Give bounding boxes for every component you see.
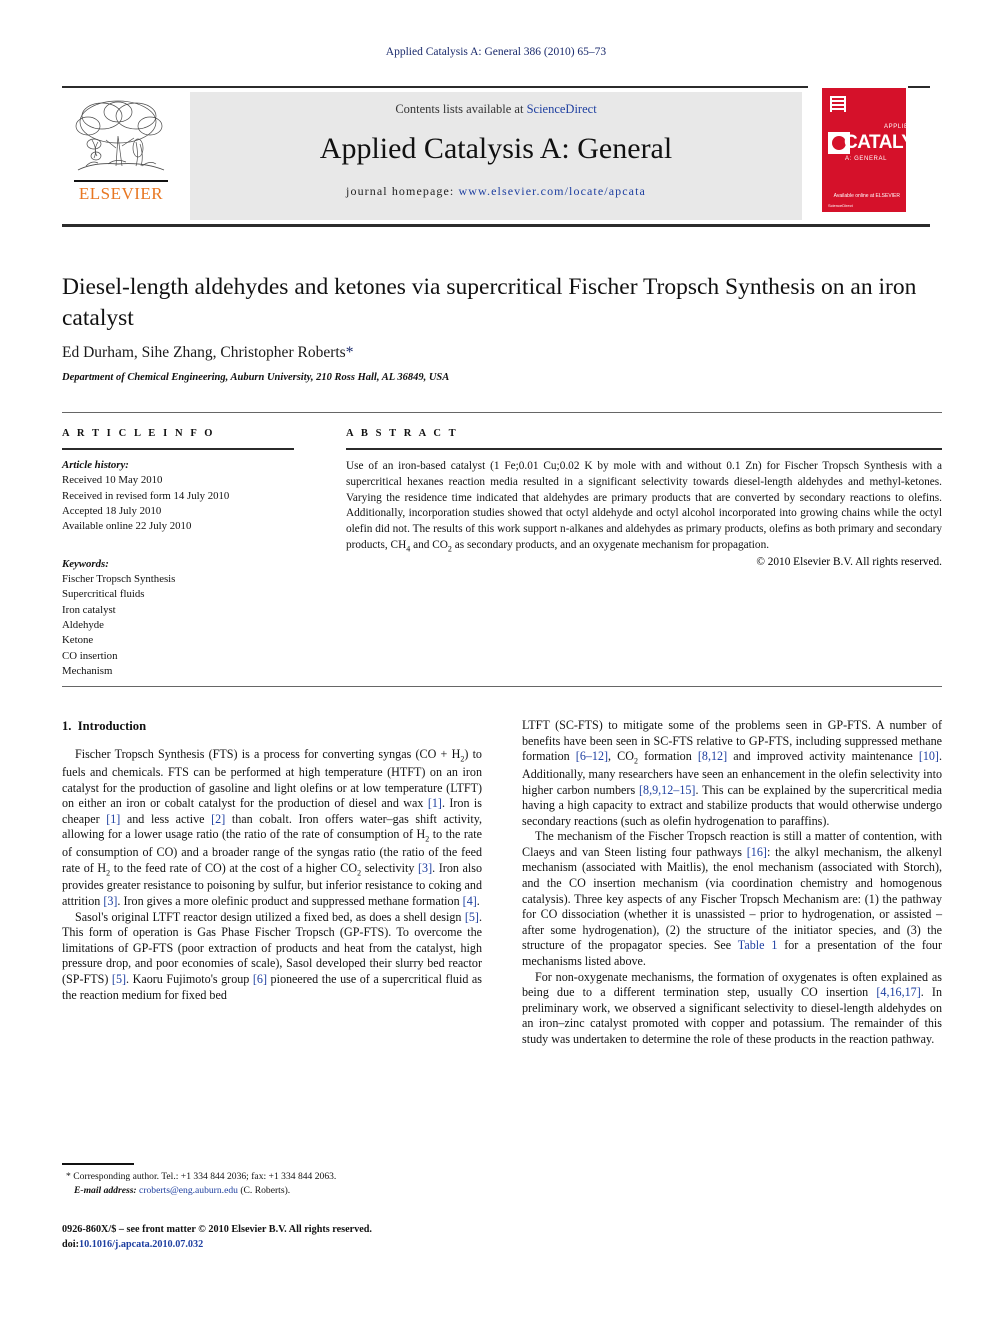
keyword-item: Mechanism bbox=[62, 664, 113, 677]
email-note: E-mail address: croberts@eng.auburn.edu … bbox=[62, 1184, 482, 1198]
journal-cover-art: APPLIED CATALYSIS A: GENERAL Available o… bbox=[822, 88, 906, 212]
info-bottom-rule bbox=[62, 686, 942, 687]
author-names: Ed Durham, Sihe Zhang, Christopher Rober… bbox=[62, 344, 346, 361]
abstract-body: Use of an iron-based catalyst (1 Fe;0.01… bbox=[346, 460, 942, 554]
article-info-rule bbox=[62, 448, 294, 450]
journal-title: Applied Catalysis A: General bbox=[319, 132, 673, 165]
email-label: E-mail address: bbox=[74, 1184, 137, 1196]
keyword-item: Iron catalyst bbox=[62, 603, 116, 616]
info-top-rule bbox=[62, 412, 942, 413]
history-item: Received 10 May 2010 bbox=[62, 474, 163, 487]
history-item: Accepted 18 July 2010 bbox=[62, 504, 162, 517]
journal-homepage-line: journal homepage: www.elsevier.com/locat… bbox=[190, 184, 802, 199]
paragraph: For non-oxygenate mechanisms, the format… bbox=[522, 969, 942, 1046]
abstract-copyright: © 2010 Elsevier B.V. All rights reserved… bbox=[756, 555, 942, 568]
email-link[interactable]: croberts@eng.auburn.edu bbox=[139, 1185, 238, 1196]
doi-link[interactable]: 10.1016/j.apcata.2010.07.032 bbox=[79, 1239, 203, 1250]
abstract-column: A B S T R A C T Use of an iron-based cat… bbox=[346, 428, 942, 568]
keyword-item: Supercritical fluids bbox=[62, 588, 145, 601]
homepage-label: journal homepage: bbox=[346, 184, 455, 198]
body-column-right: LTFT (SC-FTS) to mitigate some of the pr… bbox=[522, 718, 942, 1048]
body-column-left: 1. Introduction Fischer Tropsch Synthesi… bbox=[62, 718, 482, 1003]
keyword-item: Ketone bbox=[62, 634, 94, 647]
keyword-item: Fischer Tropsch Synthesis bbox=[62, 572, 176, 585]
email-owner: (C. Roberts). bbox=[240, 1184, 291, 1196]
running-head: Applied Catalysis A: General 386 (2010) … bbox=[385, 46, 607, 58]
keywords-block: Keywords: Fischer Tropsch Synthesis Supe… bbox=[62, 557, 294, 680]
corresponding-author-marker: * bbox=[345, 344, 354, 361]
cover-title: CATALYSIS bbox=[844, 132, 906, 153]
article-info-heading: A R T I C L E I N F O bbox=[62, 428, 216, 439]
cover-elsevier-mark-icon bbox=[830, 96, 846, 112]
doi-label: doi: bbox=[62, 1239, 79, 1251]
page-title: Diesel-length aldehydes and ketones via … bbox=[62, 274, 917, 332]
abstract-rule bbox=[346, 448, 942, 450]
footnote-marker: * bbox=[66, 1171, 71, 1182]
cover-publisher: Available online at ELSEVIER bbox=[833, 192, 900, 199]
article-page: Applied Catalysis A: General 386 (2010) … bbox=[0, 0, 992, 1323]
journal-cover-thumbnail: APPLIED CATALYSIS A: GENERAL Available o… bbox=[808, 86, 908, 218]
contents-available-line: Contents lists available at ScienceDirec… bbox=[190, 102, 802, 117]
article-history-label: Article history: bbox=[62, 459, 129, 471]
author-list: Ed Durham, Sihe Zhang, Christopher Rober… bbox=[62, 344, 942, 362]
cover-subtitle: A: GENERAL bbox=[845, 156, 888, 162]
elsevier-wordmark: ELSEVIER bbox=[78, 184, 164, 203]
sciencedirect-link[interactable]: ScienceDirect bbox=[527, 102, 597, 116]
affiliation: Department of Chemical Engineering, Aubu… bbox=[62, 372, 450, 383]
history-item: Received in revised form 14 July 2010 bbox=[62, 489, 230, 502]
keyword-item: Aldehyde bbox=[62, 618, 104, 631]
section-title: Introduction bbox=[77, 719, 147, 733]
elsevier-logo: ELSEVIER bbox=[62, 92, 180, 220]
keywords-label: Keywords: bbox=[62, 557, 109, 570]
history-item: Available online 22 July 2010 bbox=[62, 520, 192, 533]
paragraph: LTFT (SC-FTS) to mitigate some of the pr… bbox=[522, 718, 942, 828]
elsevier-divider bbox=[74, 180, 168, 182]
contents-prefix: Contents lists available at bbox=[395, 102, 527, 116]
journal-masthead: ELSEVIER Contents lists available at Sci… bbox=[62, 86, 930, 227]
corresponding-author-note: * Corresponding author. Tel.: +1 334 844… bbox=[62, 1170, 482, 1184]
doi-line: doi:10.1016/j.apcata.2010.07.032 bbox=[62, 1237, 522, 1252]
cover-applied-label: APPLIED bbox=[884, 124, 906, 130]
paragraph: Sasol's original LTFT reactor design uti… bbox=[62, 909, 483, 1002]
section-number: 1. bbox=[62, 719, 72, 733]
footnote-rule bbox=[62, 1163, 134, 1165]
paragraph: Fischer Tropsch Synthesis (FTS) is a pro… bbox=[62, 747, 482, 908]
article-info-column: A R T I C L E I N F O Article history: R… bbox=[62, 428, 294, 679]
abstract-heading: A B S T R A C T bbox=[346, 428, 459, 439]
article-history: Article history: Received 10 May 2010 Re… bbox=[62, 458, 294, 535]
keyword-item: CO insertion bbox=[62, 649, 118, 662]
imprint-block: 0926-860X/$ – see front matter © 2010 El… bbox=[62, 1222, 522, 1253]
masthead-top-rule bbox=[62, 86, 930, 88]
imprint-line: 0926-860X/$ – see front matter © 2010 El… bbox=[62, 1224, 372, 1235]
homepage-url-link[interactable]: www.elsevier.com/locate/apcata bbox=[458, 184, 645, 198]
paragraph: The mechanism of the Fischer Tropsch rea… bbox=[522, 829, 943, 969]
footnote-block: * Corresponding author. Tel.: +1 334 844… bbox=[62, 1170, 482, 1198]
corresponding-author-text: Corresponding author. Tel.: +1 334 844 2… bbox=[73, 1171, 337, 1182]
masthead-bottom-rule bbox=[62, 224, 930, 227]
section-heading-introduction: 1. Introduction bbox=[62, 718, 482, 734]
elsevier-tree-icon bbox=[75, 100, 165, 171]
cover-footer: ScienceDirect bbox=[828, 203, 853, 208]
